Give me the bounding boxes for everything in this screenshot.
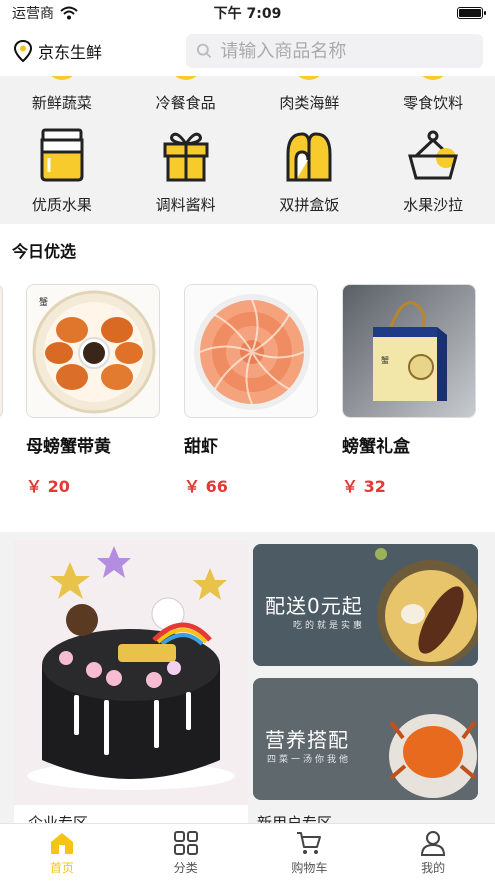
promo-subtitle-free-delivery: 吃的就是实惠: [293, 621, 366, 631]
battery-icon: [457, 7, 486, 19]
product-name: 甜虾: [184, 437, 218, 457]
product-image-crab: 蟹: [26, 284, 160, 418]
promo-title-free-delivery: 配送0元起: [265, 594, 363, 618]
product-image-gift-box: 蟹: [342, 284, 476, 418]
battery-level: [459, 9, 481, 17]
category-label: 肉类海鲜: [279, 94, 340, 112]
category-row-2: 优质水果 调料酱料 双拼盒饭 水果沙拉: [0, 126, 495, 222]
category-label: 水果沙拉: [403, 196, 464, 214]
basket-icon: [408, 130, 459, 180]
bento-icon: [286, 132, 332, 182]
location-pin-icon: [13, 39, 33, 63]
svg-text:蟹: 蟹: [381, 355, 389, 365]
svg-text:蟹: 蟹: [39, 296, 48, 308]
product-carousel[interactable]: 蟹 母螃蟹带黄 ￥ 20 甜虾 ￥ 66 蟹 螃蟹礼盒 ￥ 32: [0, 284, 495, 497]
product-card-partial[interactable]: [0, 284, 3, 418]
product-name: 螃蟹礼盒: [342, 437, 410, 457]
category-row-1: 新鲜蔬菜 冷餐食品 肉类海鲜 零食饮料: [0, 76, 495, 116]
product-image-shrimp: [184, 284, 318, 418]
product-card[interactable]: 蟹 母螃蟹带黄 ￥ 20: [26, 284, 160, 497]
tab-bar: 首页 分类 购物车 我的: [0, 823, 495, 881]
category-bento[interactable]: 双拼盒饭: [248, 126, 372, 222]
promo-banner-free-delivery[interactable]: 配送0元起 吃的就是实惠: [253, 544, 478, 666]
search-box[interactable]: [186, 34, 483, 68]
product-price: ￥ 32: [342, 477, 386, 496]
wifi-icon: [60, 6, 78, 20]
promo-label-enterprise: 企业专区: [28, 814, 89, 823]
category-cold-food[interactable]: 冷餐食品: [124, 76, 248, 116]
header: 京东生鲜: [0, 26, 495, 76]
promo-banner-nutrition[interactable]: 营养搭配 四菜一汤你我他: [253, 678, 478, 800]
jar-icon: [40, 128, 84, 182]
category-label: 零食饮料: [403, 94, 464, 112]
tab-profile[interactable]: 我的: [371, 824, 495, 881]
tab-category[interactable]: 分类: [124, 824, 248, 881]
promo-title-nutrition: 营养搭配: [265, 728, 349, 752]
status-left: 运营商: [12, 3, 78, 23]
carrier-label: 运营商: [12, 6, 54, 22]
product-card[interactable]: 蟹 螃蟹礼盒 ￥ 32: [342, 284, 476, 497]
user-icon: [421, 830, 446, 856]
cake-image: [14, 540, 248, 805]
category-label: 优质水果: [31, 196, 92, 214]
gift-box-icon: [163, 132, 209, 182]
promo-banner-enterprise[interactable]: 企业专区: [14, 540, 248, 823]
product-card[interactable]: 甜虾 ￥ 66: [184, 284, 318, 497]
category-snacks-drinks[interactable]: 零食饮料: [371, 76, 495, 116]
category-icon-partial: [169, 76, 202, 80]
category-fruits[interactable]: 优质水果: [0, 126, 124, 222]
search-input[interactable]: [220, 40, 473, 62]
search-icon: [196, 43, 212, 59]
grid-icon: [173, 830, 198, 855]
category-grid: 新鲜蔬菜 冷餐食品 肉类海鲜 零食饮料 优质水果 调料酱料 双拼盒饭 水果沙拉: [0, 76, 495, 224]
category-label: 冷餐食品: [155, 94, 216, 112]
category-label: 新鲜蔬菜: [31, 94, 92, 112]
category-label: 调料酱料: [155, 196, 216, 214]
category-icon-partial: [417, 76, 450, 80]
product-price: ￥ 20: [26, 477, 70, 496]
category-label: 双拼盒饭: [279, 196, 340, 214]
promo-subtitle-nutrition: 四菜一汤你我他: [267, 755, 352, 765]
tab-cart[interactable]: 购物车: [248, 824, 372, 881]
status-bar: 运营商 下午 7:09: [0, 0, 495, 26]
location-selector[interactable]: 京东生鲜: [12, 39, 182, 63]
today-picks-section: 今日优选 蟹 母螃蟹带黄 ￥ 20 甜虾 ￥ 66 蟹 螃蟹礼盒 ￥ 32: [0, 224, 495, 532]
location-label: 京东生鲜: [38, 43, 103, 62]
category-meat-seafood[interactable]: 肉类海鲜: [248, 76, 372, 116]
category-sauces[interactable]: 调料酱料: [124, 126, 248, 222]
category-icon-partial: [293, 76, 326, 80]
tab-label: 购物车: [291, 860, 328, 875]
category-icon-partial: [45, 76, 78, 80]
tab-label: 我的: [421, 860, 446, 875]
tab-home[interactable]: 首页: [0, 824, 124, 881]
category-vegetables[interactable]: 新鲜蔬菜: [0, 76, 124, 116]
home-icon: [50, 832, 73, 854]
tab-label: 分类: [173, 860, 198, 875]
product-price: ￥ 66: [184, 477, 228, 496]
promo-section: 企业专区 配送0元起 吃的就是实惠 营养搭配 四菜一汤你我他 新用户专区: [0, 538, 495, 832]
tab-label: 首页: [49, 860, 74, 875]
product-name: 母螃蟹带黄: [26, 437, 111, 457]
section-title: 今日优选: [12, 242, 77, 261]
category-fruit-salad[interactable]: 水果沙拉: [371, 126, 495, 222]
cart-icon: [297, 831, 322, 854]
